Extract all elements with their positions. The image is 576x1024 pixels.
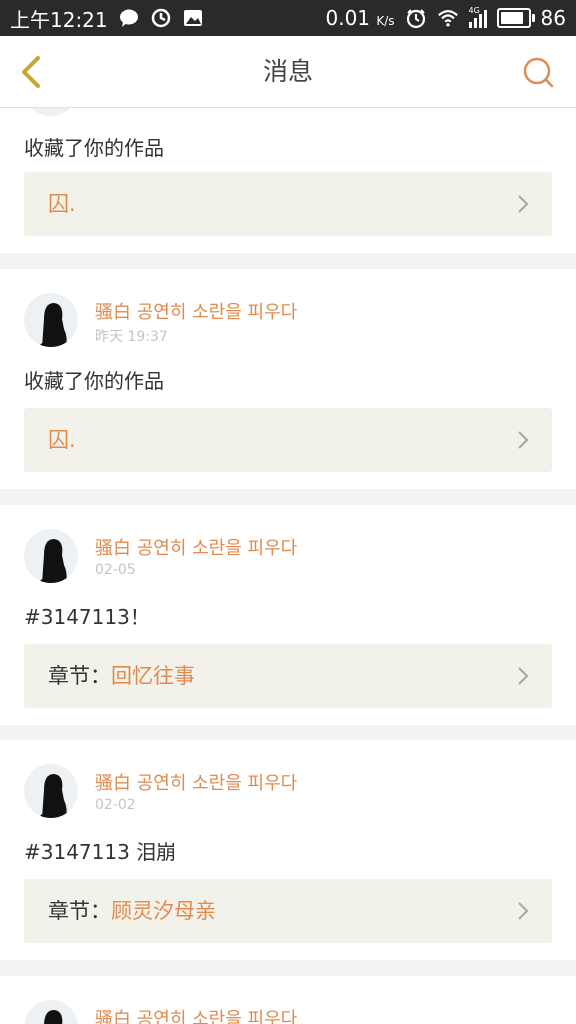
message-time: 02-05 [95,562,136,578]
avatar[interactable] [24,293,78,347]
user-name[interactable]: 骚白 공연히 소란을 피우다 [95,769,297,795]
message-card: 骚白 공연히 소란을 피우다 02-02 #3147113 泪崩 章节：顾灵汐母… [0,740,576,960]
message-time: 02-02 [95,797,136,813]
status-time: 上午12:21 [10,7,108,32]
message-content: #3147113！ [24,605,150,629]
chevron-right-icon [518,902,529,920]
avatar[interactable] [24,108,78,116]
battery-icon [496,8,535,28]
work-prefix: 章节： [48,899,111,923]
message-time: 昨天 19:37 [95,329,168,345]
image-icon [183,10,202,26]
hooded-figure-icon [38,539,67,583]
work-title: 回忆往事 [111,664,195,688]
network-speed: 0.01 K/s [325,6,395,30]
chapter-link[interactable]: 章节：回忆往事 [24,644,552,708]
work-title: 囚. [48,192,76,216]
message-content: 收藏了你的作品 [24,136,164,160]
avatar[interactable] [24,529,78,583]
battery-percent: 86 [540,6,566,30]
status-bar-left: 上午12:21 [10,4,204,33]
user-name[interactable]: 骚白 공연히 소란을 피우다 [95,534,297,560]
chevron-right-icon [518,195,529,213]
message-card: 收藏了你的作品 囚. [0,108,576,253]
work-link[interactable]: 囚. [24,408,552,472]
signal-icon: 4G [468,6,487,28]
message-content: 收藏了你的作品 [24,369,164,393]
status-bar: 上午12:21 0.01 K/s 4G 86 [0,0,576,36]
hooded-figure-icon [38,303,67,347]
work-title: 顾灵汐母亲 [111,899,216,923]
message-feed[interactable]: 收藏了你的作品 囚. 骚白 공연히 소란을 피우다 昨天 19:37 收藏了你的… [0,108,576,1024]
chevron-right-icon [518,431,529,449]
message-card: 骚白 공연히 소란을 피우다 [0,976,576,1024]
sync-icon [151,8,170,28]
message-card: 骚白 공연히 소란을 피우다 02-05 #3147113！ 章节：回忆往事 [0,505,576,725]
wifi-icon [437,10,458,27]
avatar[interactable] [24,764,78,818]
status-bar-right: 0.01 K/s 4G 86 [325,6,566,30]
work-prefix: 章节： [48,664,111,688]
avatar[interactable] [24,1000,78,1024]
title-bar: 消息 [0,36,576,108]
message-content: #3147113 泪崩 [24,840,177,864]
message-card: 骚白 공연히 소란을 피우다 昨天 19:37 收藏了你的作品 囚. [0,269,576,489]
hooded-figure-icon [38,774,67,818]
work-link[interactable]: 囚. [24,172,552,236]
chevron-right-icon [518,667,529,685]
search-button[interactable] [520,54,556,90]
work-title: 囚. [48,428,76,452]
hooded-figure-icon [44,1010,63,1024]
chat-bubble-icon [119,9,138,27]
alarm-clock-icon [406,9,425,29]
user-name[interactable]: 骚白 공연히 소란을 피우다 [95,298,297,324]
page-title: 消息 [262,57,313,86]
user-name[interactable]: 骚白 공연히 소란을 피우다 [95,1005,297,1024]
chapter-link[interactable]: 章节：顾灵汐母亲 [24,879,552,943]
